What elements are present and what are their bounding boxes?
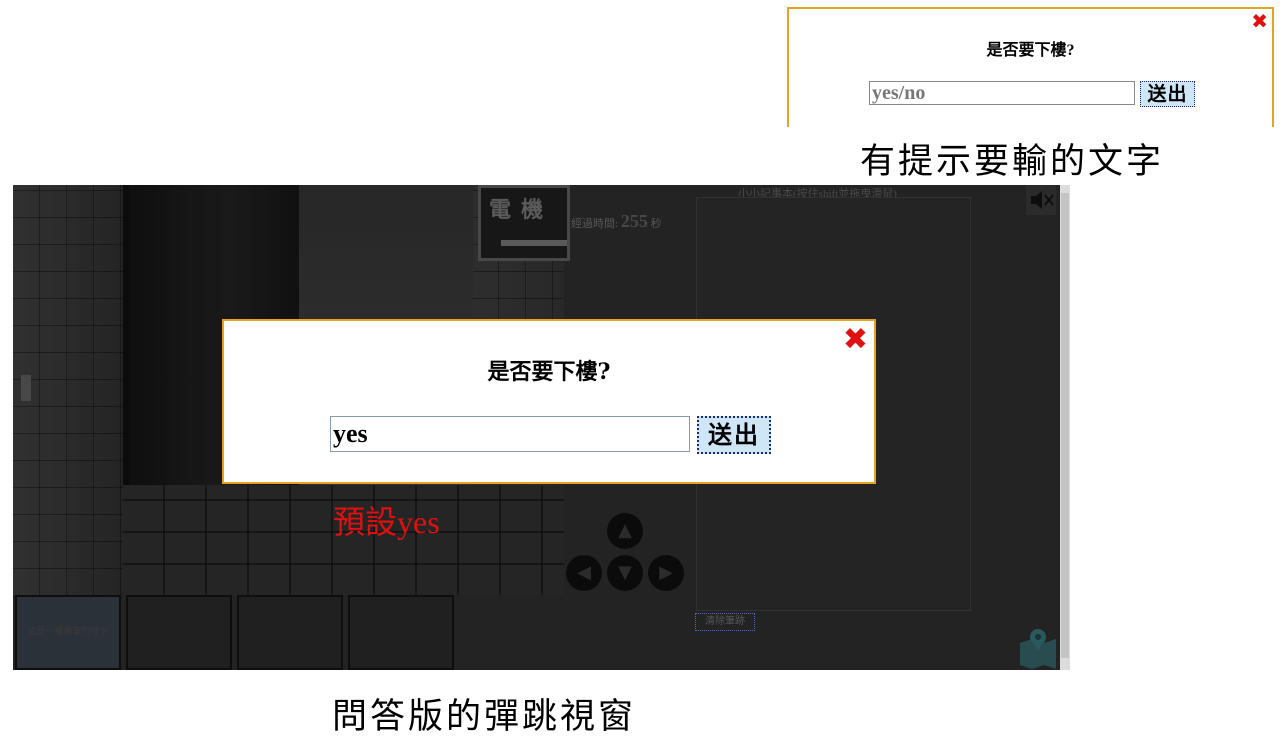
close-icon[interactable]: ✖	[843, 325, 868, 355]
example-dialog-question: 是否要下樓?	[986, 42, 1075, 59]
submit-button[interactable]: 送出	[697, 416, 771, 454]
answer-input[interactable]: yes	[330, 416, 690, 452]
example-dialog: ✖ 是否要下樓? yes/no 送出	[787, 7, 1274, 127]
scrollbar[interactable]	[1060, 185, 1070, 670]
scrollbar-thumb[interactable]	[1061, 193, 1069, 658]
caption-top: 有提示要輸的文字	[860, 142, 1165, 182]
caption-bottom: 問答版的彈跳視窗	[332, 697, 637, 737]
example-answer-input[interactable]: yes/no	[869, 81, 1135, 105]
question-dialog: ✖ 是否要下樓? yes 送出	[222, 319, 876, 484]
close-icon[interactable]: ✖	[1251, 11, 1268, 31]
dialog-question: 是否要下樓?	[487, 359, 611, 385]
example-submit-button[interactable]: 送出	[1140, 81, 1195, 107]
default-note: 預設yes	[333, 504, 440, 540]
